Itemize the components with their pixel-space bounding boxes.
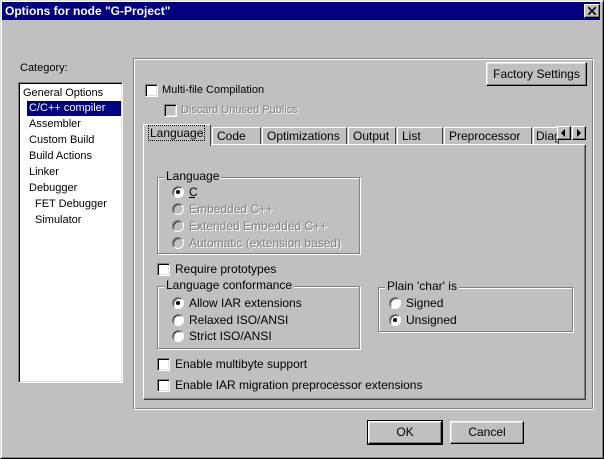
radio-allow-iar-extensions[interactable] — [172, 297, 184, 309]
language-embedded-cpp-label: Embedded C++ — [189, 202, 274, 216]
migration-extensions-label: Enable IAR migration preprocessor extens… — [175, 378, 423, 392]
radio-dot — [176, 190, 180, 194]
radio-relaxed-iso-ansi[interactable] — [172, 314, 184, 326]
radio-char-signed[interactable] — [389, 297, 401, 309]
category-item-linker[interactable]: Linker — [27, 165, 61, 180]
multifile-compilation-label: Multi-file Compilation — [162, 84, 265, 96]
arrow-right-icon — [577, 129, 581, 137]
discard-unused-publics-checkbox[interactable] — [164, 104, 177, 117]
category-item-assembler[interactable]: Assembler — [27, 117, 83, 132]
category-item-c-compiler[interactable]: C/C++ compiler — [27, 101, 121, 116]
char-unsigned-label: Unsigned — [406, 313, 457, 327]
language-automatic-label: Automatic (extension based) — [189, 236, 342, 250]
title-bar: Options for node "G-Project" — [2, 2, 600, 20]
allow-iar-extensions-label: Allow IAR extensions — [189, 296, 302, 310]
category-item-simulator[interactable]: Simulator — [33, 213, 83, 228]
window-title: Options for node "G-Project" — [5, 4, 171, 18]
close-button[interactable] — [584, 4, 600, 18]
factory-settings-button[interactable]: Factory Settings — [486, 62, 587, 86]
tab-language-label: Language — [148, 125, 206, 141]
category-item-fet-debugger[interactable]: FET Debugger — [33, 197, 109, 212]
cancel-button[interactable]: Cancel — [450, 421, 524, 444]
migration-extensions-checkbox[interactable] — [157, 379, 170, 392]
category-item-general-options[interactable]: General Options — [21, 86, 105, 101]
require-prototypes-checkbox[interactable] — [157, 263, 170, 276]
radio-language-extended-cpp[interactable] — [172, 220, 184, 232]
discard-unused-publics-label: Discard Unused Publics — [181, 104, 298, 116]
tab-preprocessor[interactable]: Preprocessor — [444, 127, 532, 145]
category-list[interactable]: General Options C/C++ compiler Assembler… — [18, 82, 123, 383]
tab-output[interactable]: Output — [348, 127, 396, 145]
require-prototypes-label: Require prototypes — [175, 262, 277, 276]
tab-optimizations[interactable]: Optimizations — [262, 127, 347, 145]
category-item-debugger[interactable]: Debugger — [27, 181, 79, 196]
tab-code[interactable]: Code — [212, 127, 261, 145]
language-extended-cpp-label: Extended Embedded C++ — [189, 219, 328, 233]
radio-dot — [176, 301, 180, 305]
arrow-left-icon — [561, 129, 565, 137]
char-signed-label: Signed — [406, 296, 444, 310]
close-icon — [588, 7, 596, 15]
multibyte-support-checkbox[interactable] — [157, 358, 170, 371]
language-c-underline — [189, 197, 195, 198]
radio-language-automatic[interactable] — [172, 237, 184, 249]
ok-button[interactable]: OK — [367, 420, 443, 445]
radio-language-embedded-cpp[interactable] — [172, 203, 184, 215]
radio-strict-iso-ansi[interactable] — [172, 330, 184, 342]
conformance-group-title: Language conformance — [164, 278, 295, 292]
language-group-title: Language — [164, 169, 222, 183]
relaxed-iso-ansi-label: Relaxed ISO/ANSI — [189, 313, 289, 327]
tab-language[interactable]: Language — [143, 124, 211, 146]
multifile-compilation-checkbox[interactable] — [145, 84, 158, 97]
radio-dot — [393, 318, 397, 322]
strict-iso-ansi-label: Strict ISO/ANSI — [189, 329, 272, 343]
multibyte-support-label: Enable multibyte support — [175, 357, 308, 371]
tab-list[interactable]: List — [397, 127, 443, 145]
category-label: Category: — [20, 62, 68, 74]
category-item-build-actions[interactable]: Build Actions — [27, 149, 94, 164]
tab-diagnostics[interactable]: Diag — [533, 127, 559, 145]
radio-char-unsigned[interactable] — [389, 314, 401, 326]
tab-scroll-left-button[interactable] — [557, 126, 571, 140]
radio-language-c[interactable] — [172, 186, 184, 198]
tab-scroll-right-button[interactable] — [572, 126, 586, 140]
category-item-custom-build[interactable]: Custom Build — [27, 133, 96, 148]
char-group-title: Plain 'char' is — [385, 279, 459, 293]
